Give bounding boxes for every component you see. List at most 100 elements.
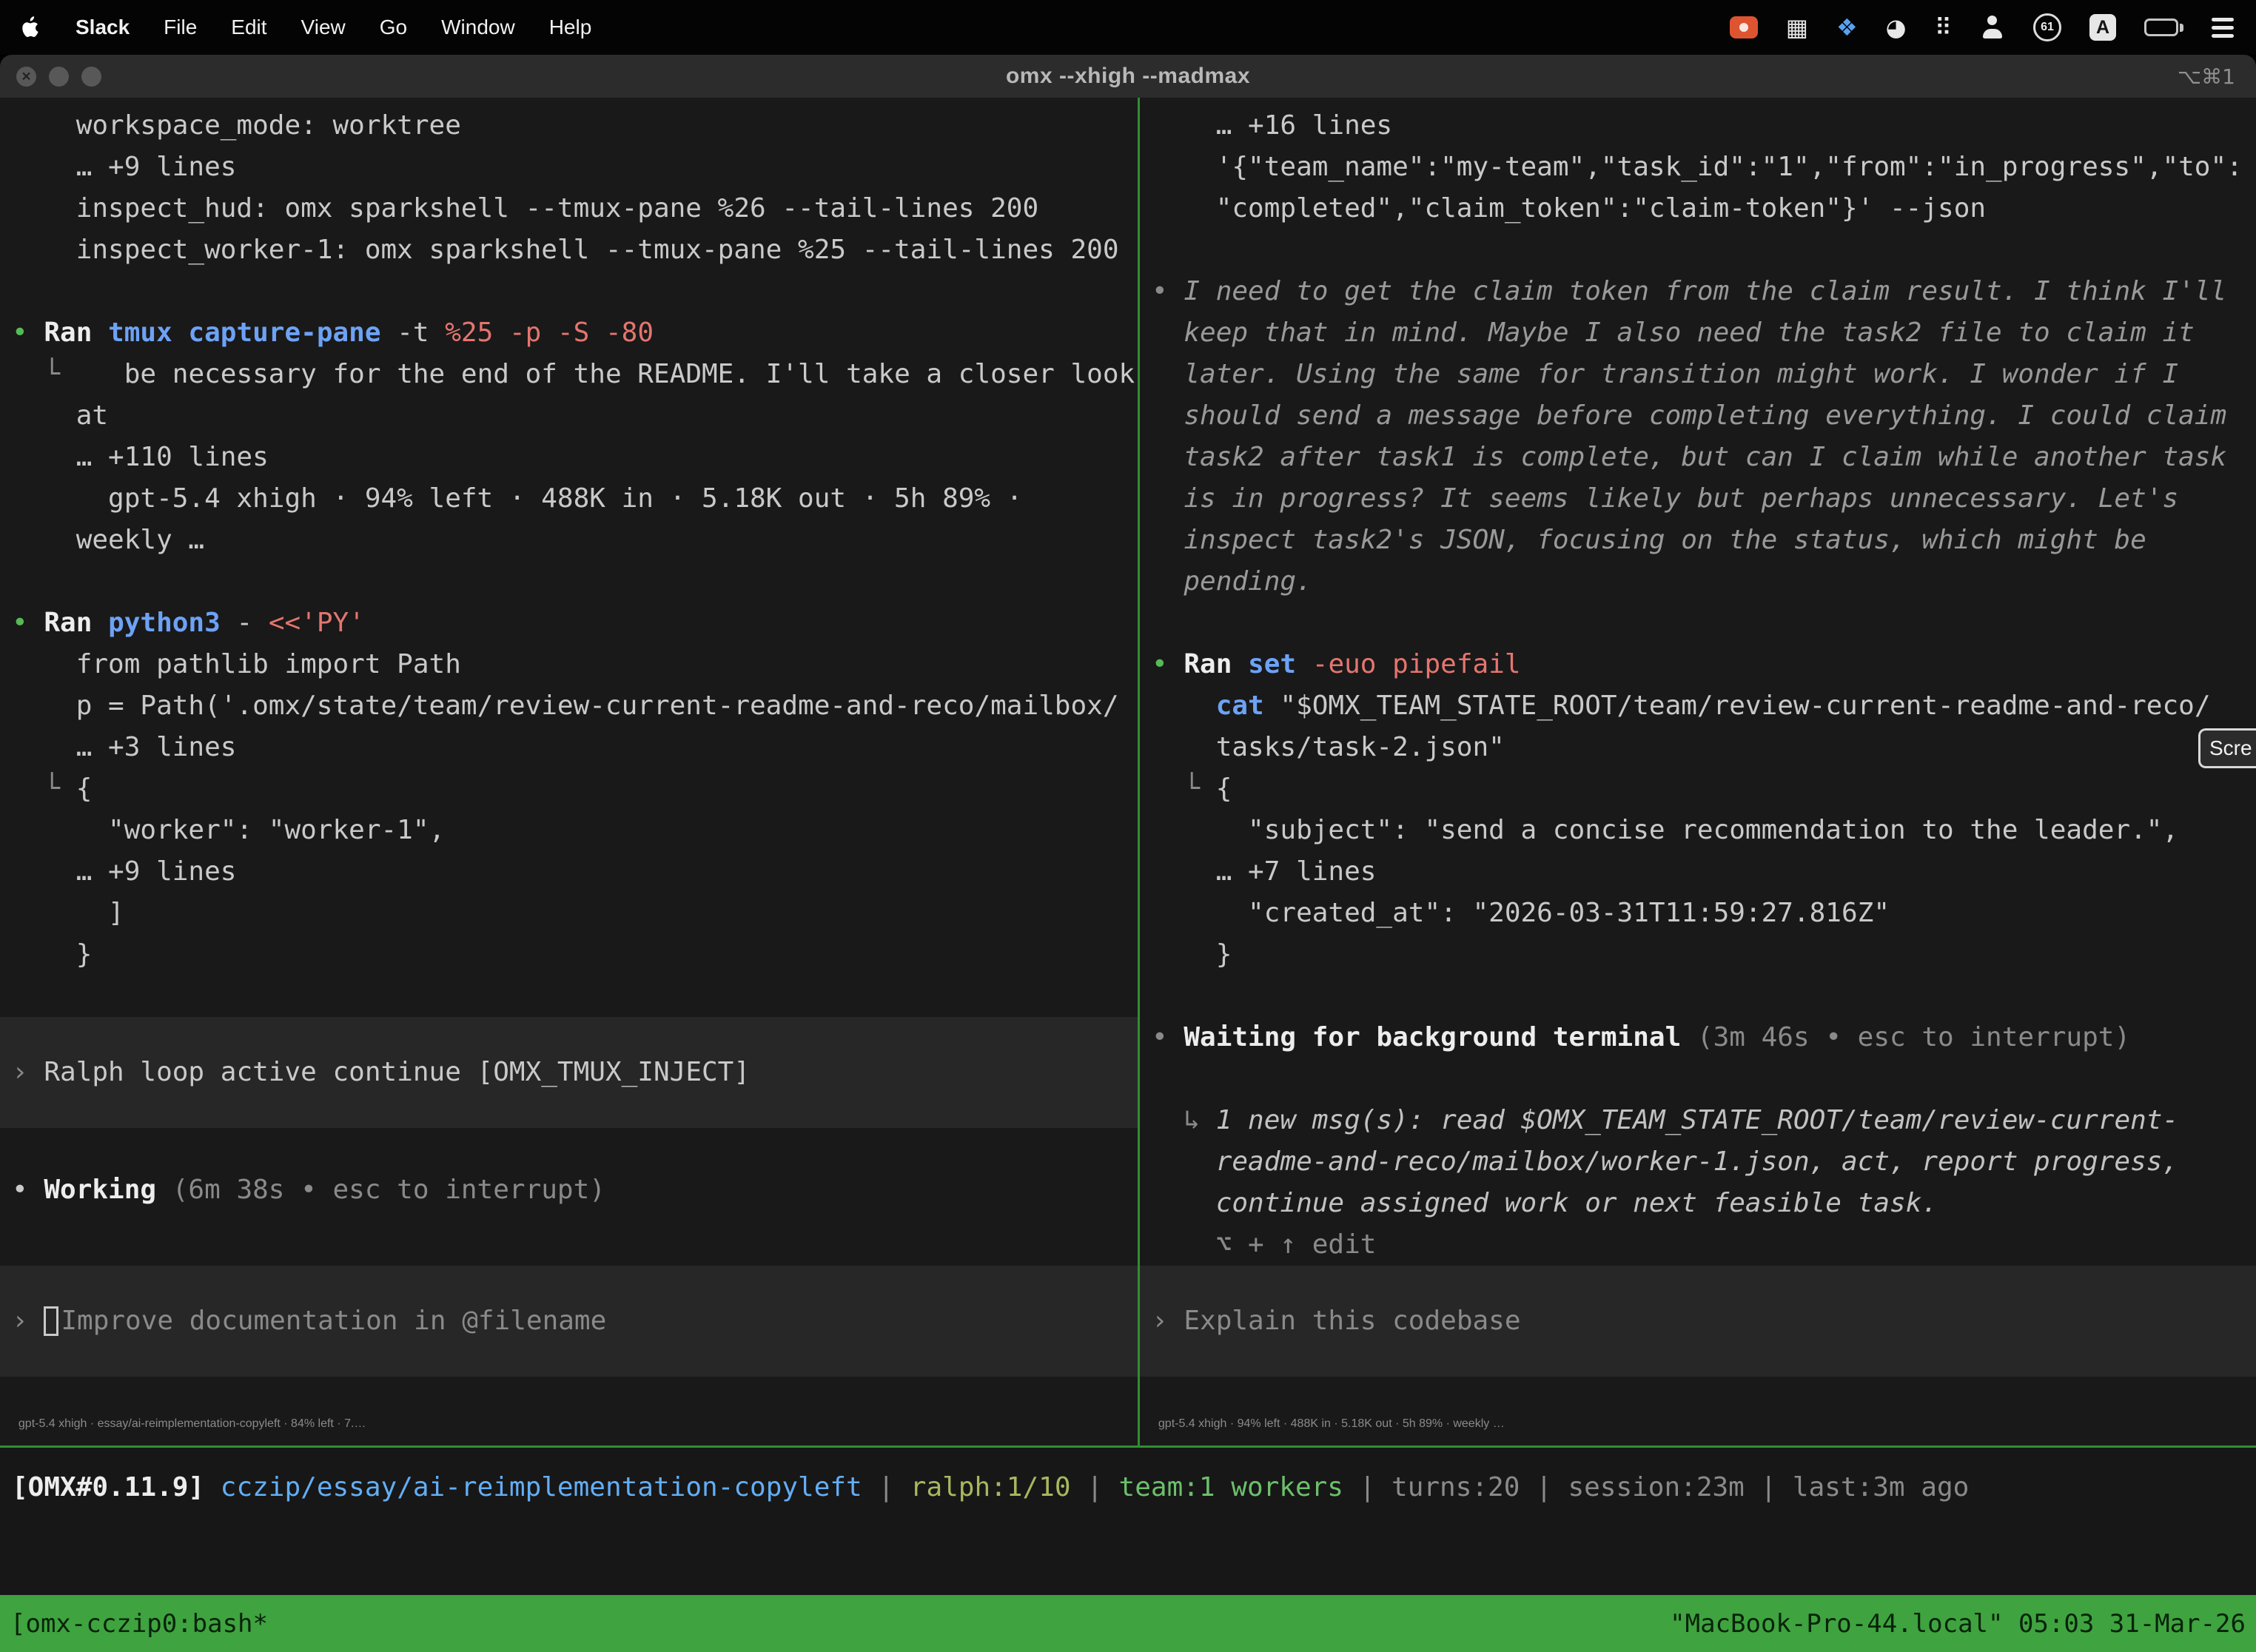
input-source-letter: A — [2089, 14, 2116, 41]
text-segment: └ — [1184, 773, 1200, 804]
text-segment: task2 after task1 is complete, but can I… — [1152, 442, 2226, 472]
text-segment: … +110 lines — [12, 442, 269, 472]
menu-item-help[interactable]: Help — [549, 16, 592, 39]
omitted-lines-marker: … +3 lines — [12, 727, 1138, 768]
output-line: "subject": "send a concise recommendatio… — [1152, 810, 2256, 851]
input-source-icon[interactable]: A — [2089, 11, 2116, 44]
omitted-lines-marker: … +9 lines — [12, 147, 1138, 188]
output-line: } — [1152, 934, 2256, 976]
screen-sharing-overlay[interactable]: Scre — [2198, 728, 2256, 768]
pie-circle-icon[interactable]: ◕ — [1886, 11, 1907, 44]
text-segment: tasks/task-2.json" — [1152, 732, 1505, 762]
command-line: p = Path('.omx/state/team/review-current… — [12, 685, 1138, 727]
output-line: "completed","claim_token":"claim-token"}… — [1152, 188, 2256, 229]
blank-line — [1152, 229, 2256, 271]
screen-recording-icon[interactable] — [1730, 11, 1758, 44]
terminal-content: workspace_mode: worktree … +9 lines insp… — [0, 98, 2256, 1652]
menu-item-file[interactable]: File — [164, 16, 197, 39]
output-line: at — [12, 395, 1138, 437]
right-terminal-pane[interactable]: … +16 lines '{"team_name":"my-team","tas… — [1140, 98, 2256, 1446]
text-segment: I need to get the claim token from the c… — [1184, 276, 2226, 306]
grid-icon[interactable]: ▦ — [1786, 11, 1808, 44]
ran-command-line: • Ran python3 - <<'PY' — [12, 602, 1138, 644]
text-segment: "completed","claim_token":"claim-token"}… — [1152, 193, 1986, 224]
menu-app-name[interactable]: Slack — [75, 16, 130, 39]
menu-item-go[interactable]: Go — [380, 16, 407, 39]
battery-percent-icon[interactable]: 61 — [2033, 11, 2061, 44]
menu-item-edit[interactable]: Edit — [231, 16, 266, 39]
text-segment: workspace_mode: worktree — [12, 110, 461, 141]
text-segment: Working — [44, 1175, 156, 1205]
mailbox-message-line: readme-and-reco/mailbox/worker-1.json, a… — [1152, 1141, 2256, 1183]
text-segment: -t — [381, 318, 446, 348]
bullet: • — [1152, 276, 1184, 306]
zoom-button[interactable] — [81, 67, 101, 87]
command-line: cat "$OMX_TEAM_STATE_ROOT/team/review-cu… — [1152, 685, 2256, 727]
composer-placeholder: Improve documentation in @filename — [61, 1300, 606, 1342]
text-segment: … +7 lines — [1152, 856, 1376, 887]
bullet: • — [1152, 1022, 1184, 1052]
composer-input[interactable]: › Improve documentation in @filename — [0, 1266, 1138, 1377]
text-segment — [12, 773, 44, 804]
text-segment — [204, 1472, 221, 1502]
output-line: "created_at": "2026-03-31T11:59:27.816Z" — [1152, 893, 2256, 934]
blank-line — [1152, 602, 2256, 644]
tmux-status-bar: [omx-cczip0:bash* "MacBook-Pro-44.local"… — [0, 1595, 2256, 1652]
config-line: inspect_worker-1: omx sparkshell --tmux-… — [12, 229, 1138, 271]
text-segment: set — [1248, 649, 1296, 679]
last-activity: last:3m ago — [1793, 1472, 1969, 1502]
text-segment: (6m 38s • esc to interrupt) — [156, 1175, 605, 1205]
text-segment: tmux capture-pane — [108, 318, 380, 348]
output-line: } — [12, 934, 1138, 976]
bullet: • — [12, 1175, 44, 1205]
window-title-bar[interactable]: × omx --xhigh --madmax ⌥⌘1 — [0, 55, 2256, 98]
output-line: └ be necessary for the end of the README… — [12, 354, 1138, 395]
separator: | — [862, 1472, 910, 1502]
text-segment: inspect task2's JSON, focusing on the st… — [1152, 525, 2146, 555]
person-icon[interactable] — [1980, 11, 2005, 44]
tmux-panes: workspace_mode: worktree … +9 lines insp… — [0, 98, 2256, 1446]
text-segment: … +16 lines — [1152, 110, 1392, 141]
menu-item-window[interactable]: Window — [441, 16, 515, 39]
thinking-line: task2 after task1 is complete, but can I… — [1152, 437, 2256, 478]
separator: | — [1343, 1472, 1391, 1502]
tmux-session-window[interactable]: [omx-cczip0:bash* — [10, 1609, 268, 1639]
separator: | — [1745, 1472, 1793, 1502]
blank-line — [12, 1128, 1138, 1169]
left-pane-status-line: gpt-5.4 xhigh · essay/ai-reimplementatio… — [12, 1417, 366, 1431]
text-segment: Ran — [1184, 649, 1248, 679]
text-segment: p = Path('.omx/state/team/review-current… — [12, 691, 1119, 721]
ran-command-line: • Ran tmux capture-pane -t %25 -p -S -80 — [12, 312, 1138, 354]
blue-diamond-icon[interactable]: ❖ — [1836, 11, 1858, 44]
thinking-line: should send a message before completing … — [1152, 395, 2256, 437]
menu-item-view[interactable]: View — [301, 16, 346, 39]
text-segment: from pathlib import Path — [12, 649, 461, 679]
suggestion-explain-codebase[interactable]: › Explain this codebase — [1140, 1266, 2256, 1377]
dots-grid-icon[interactable]: ⠿ — [1935, 11, 1952, 44]
text-segment: … +9 lines — [12, 152, 236, 182]
text-segment: <<'PY' — [269, 608, 365, 638]
text-segment: "$OMX_TEAM_STATE_ROOT/team/review-curren… — [1264, 691, 2211, 721]
blank-line — [12, 561, 1138, 602]
omx-version: [OMX#0.11.9] — [12, 1472, 204, 1502]
tmux-host-clock: "MacBook-Pro-44.local" 05:03 31-Mar-26 — [1670, 1609, 2246, 1639]
text-segment: › — [12, 1052, 44, 1093]
control-center-icon[interactable] — [2212, 11, 2234, 44]
text-segment: 1 new msg(s): read $OMX_TEAM_STATE_ROOT/… — [1216, 1105, 2178, 1135]
thinking-line: inspect task2's JSON, focusing on the st… — [1152, 520, 2256, 561]
waiting-status-line: • Waiting for background terminal (3m 46… — [1152, 1017, 2256, 1058]
close-button[interactable]: × — [16, 67, 36, 87]
minimize-button[interactable] — [49, 67, 69, 87]
apple-menu-icon[interactable] — [22, 16, 41, 39]
battery-icon[interactable] — [2144, 11, 2183, 44]
output-line: └ { — [1152, 768, 2256, 810]
omitted-lines-marker: … +7 lines — [1152, 851, 2256, 893]
text-segment: inspect_hud: omx sparkshell --tmux-pane … — [12, 193, 1038, 224]
blank-line — [1152, 1058, 2256, 1100]
left-terminal-pane[interactable]: workspace_mode: worktree … +9 lines insp… — [0, 98, 1138, 1446]
omx-hud-pane: [OMX#0.11.9] cczip/essay/ai-reimplementa… — [0, 1448, 2256, 1595]
mailbox-message-line: continue assigned work or next feasible … — [1152, 1183, 2256, 1224]
text-segment: … +3 lines — [12, 732, 236, 762]
right-pane-status-line: gpt-5.4 xhigh · 94% left · 488K in · 5.1… — [1152, 1417, 1505, 1431]
text-segment: { — [1200, 773, 1232, 804]
